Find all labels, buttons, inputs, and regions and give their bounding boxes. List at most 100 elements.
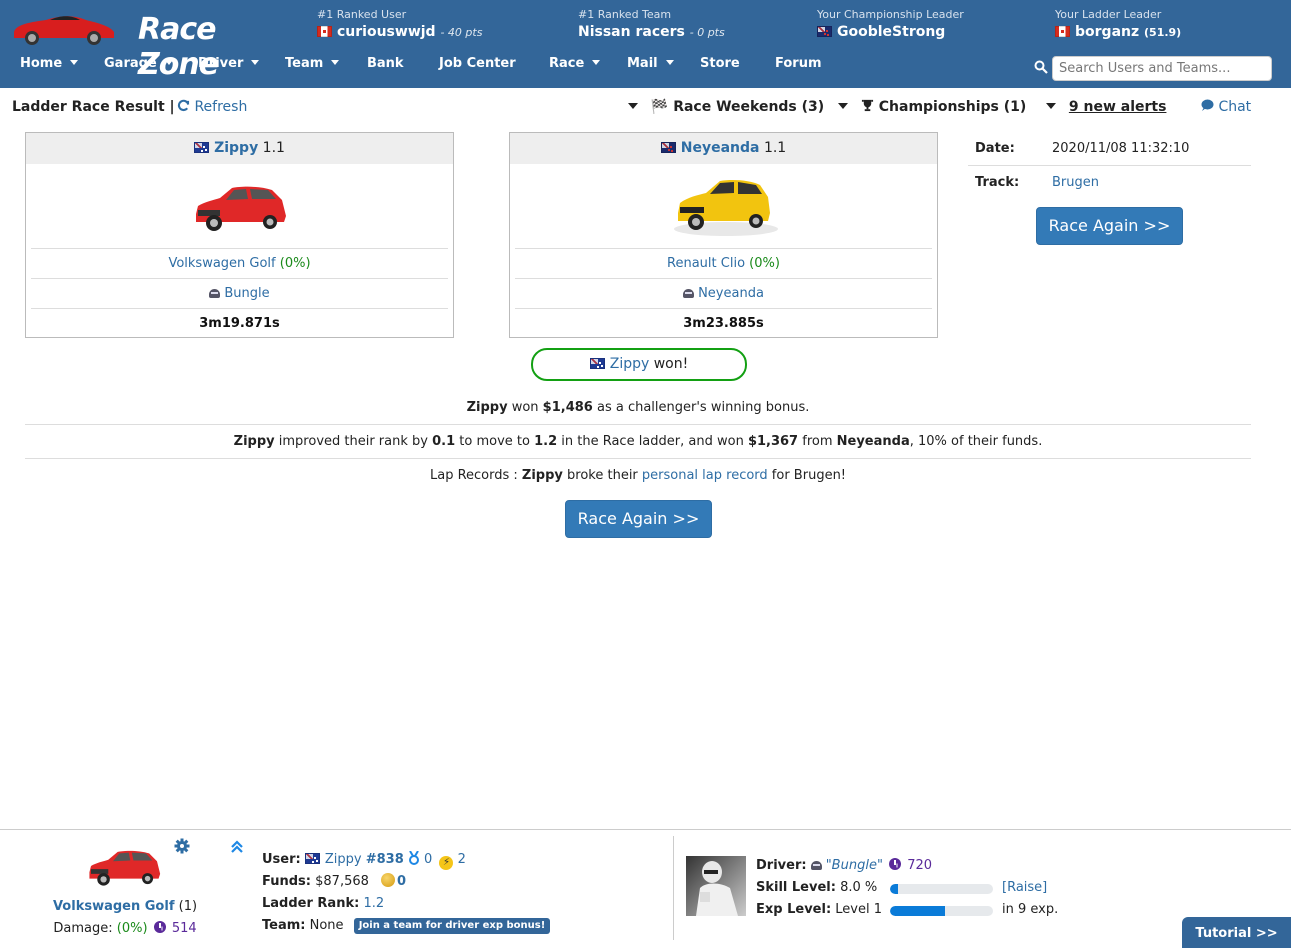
australia-flag-icon (589, 358, 605, 369)
raise-skill-link[interactable]: [Raise] (1002, 877, 1047, 899)
championships-label: Championships (1) (878, 99, 1027, 115)
top-team-link[interactable]: Nissan racers (578, 24, 685, 40)
chat-label: Chat (1218, 99, 1252, 115)
top-user-link[interactable]: curiouswwjd (337, 24, 436, 40)
rank-delta: 0.1 (432, 434, 456, 449)
driver-name-link[interactable]: "Bungle" (826, 858, 883, 873)
lightning-bolt-icon: ⚡ (439, 856, 454, 870)
racer-header: Neyeanda 1.1 (510, 133, 937, 164)
team-label: Team: (262, 918, 306, 933)
nav-bank[interactable]: Bank (367, 56, 404, 71)
driver-name-link[interactable]: Neyeanda (698, 286, 764, 301)
nav-label: Home (20, 56, 63, 71)
race-weekends-dropdown[interactable]: 🏁 Race Weekends (3) (628, 99, 824, 115)
footer-divider (673, 836, 674, 940)
nav-label: Bank (367, 56, 404, 71)
site-logo[interactable]: Race Zone (10, 8, 290, 82)
driver-info: Driver: "Bungle" 720 Skill Level: 8.0 % … (756, 855, 1058, 921)
double-chevron-up-icon[interactable] (230, 840, 244, 854)
race-time: 3m19.871s (31, 308, 448, 338)
nav-garage[interactable]: Garage (104, 56, 173, 71)
skill-progress-fill (890, 884, 899, 894)
date-label: Date: (975, 141, 1015, 156)
personal-lap-record-link[interactable]: personal lap record (642, 468, 768, 483)
nav-team[interactable]: Team (285, 56, 340, 71)
car-damage: (0%) (279, 256, 311, 271)
caret-down-icon (331, 60, 340, 65)
nav-label: Team (285, 56, 324, 71)
stat-label: #1 Ranked Team (578, 8, 672, 21)
ladder-leader-link[interactable]: borganz (1075, 24, 1139, 40)
championships-dropdown[interactable]: Championships (1) (838, 99, 1026, 115)
helmet-icon (209, 289, 221, 298)
coin-count[interactable]: 0 (397, 874, 406, 889)
alerts-dropdown[interactable]: 9 new alerts (1046, 99, 1166, 115)
result-text: to move to (455, 434, 535, 449)
chat-link[interactable]: Chat (1200, 99, 1251, 115)
winner-name: Zippy (521, 468, 563, 483)
ladder-rank-link[interactable]: 1.2 (363, 896, 384, 911)
result-text: improved their rank by (274, 434, 433, 449)
canada-flag-icon (317, 26, 332, 37)
car-damage: (0%) (749, 256, 780, 271)
stat-label: Your Championship Leader (817, 8, 964, 21)
nav-job-center[interactable]: Job Center (439, 56, 516, 71)
caret-down-icon (628, 103, 638, 109)
lap-record-result: Lap Records : Zippy broke their personal… (25, 458, 1251, 492)
search-input[interactable] (1052, 56, 1272, 81)
driver-name-link[interactable]: Bungle (224, 286, 269, 301)
logo-text: Race Zone (138, 12, 219, 82)
refresh-icon (177, 99, 190, 111)
car-name-link[interactable]: Volkswagen Golf (168, 256, 275, 271)
result-text: as a challenger's winning bonus. (592, 400, 810, 415)
user-rank-number[interactable]: #838 (366, 852, 404, 867)
canada-flag-icon (1055, 26, 1070, 37)
result-text: , 10% of their funds. (909, 434, 1043, 449)
championship-leader: Your Championship Leader GoobleStrong (817, 8, 964, 40)
nav-label: Forum (775, 56, 822, 71)
race-again-button-top[interactable]: Race Again >> (1036, 207, 1183, 245)
gear-icon[interactable] (174, 838, 190, 854)
tutorial-button[interactable]: Tutorial >> (1182, 917, 1291, 948)
refresh-link[interactable]: Refresh (177, 99, 247, 115)
boost-count: 2 (457, 852, 466, 867)
car-row: Volkswagen Golf (0%) (31, 248, 448, 278)
sub-header: Ladder Race Result | Refresh 🏁 Race Week… (12, 99, 1262, 119)
caret-down-icon (665, 60, 674, 65)
player-car-link[interactable]: Volkswagen Golf (53, 899, 175, 914)
car-count: (1) (178, 899, 198, 914)
nav-label: Driver (198, 56, 244, 71)
join-team-badge[interactable]: Join a team for driver exp bonus! (353, 918, 551, 934)
track-label: Track: (975, 175, 1020, 190)
ladder-leader-rank: (51.9) (1144, 26, 1182, 39)
nav-mail[interactable]: Mail (627, 56, 674, 71)
driver-avatar[interactable] (686, 856, 746, 916)
winner-name-link[interactable]: Zippy (610, 356, 650, 372)
user-link[interactable]: Zippy (325, 852, 362, 867)
racer-name-link[interactable]: Neyeanda (681, 140, 760, 156)
player-car: Volkswagen Golf (1) (0, 899, 250, 914)
search-icon[interactable] (1034, 60, 1048, 74)
clock-icon (889, 858, 902, 870)
nav-home[interactable]: Home (20, 56, 79, 71)
track-link[interactable]: Brugen (1052, 166, 1099, 199)
result-text: from (798, 434, 837, 449)
nav-forum[interactable]: Forum (775, 56, 822, 71)
top-team-points: - 0 pts (689, 26, 725, 39)
race-again-button[interactable]: Race Again >> (565, 500, 712, 538)
nav-driver[interactable]: Driver (198, 56, 260, 71)
nav-label: Garage (104, 56, 157, 71)
racer-name-link[interactable]: Zippy (214, 140, 258, 156)
damage-label: Damage: (53, 921, 113, 936)
nav-race[interactable]: Race (549, 56, 601, 71)
driver-row: Neyeanda (515, 278, 932, 308)
stat-label: #1 Ranked User (317, 8, 407, 21)
user-info: User: Zippy #838 0 ⚡ 2 Funds: $87,568 0 … (262, 849, 551, 937)
car-name-link[interactable]: Renault Clio (667, 256, 745, 271)
championship-leader-link[interactable]: GoobleStrong (837, 24, 945, 40)
nav-store[interactable]: Store (700, 56, 740, 71)
player-car-icon[interactable] (82, 844, 166, 888)
page-title: Ladder Race Result | (12, 99, 175, 115)
nav-label: Race (549, 56, 585, 71)
date-row: Date: 2020/11/08 11:32:10 (968, 132, 1251, 166)
